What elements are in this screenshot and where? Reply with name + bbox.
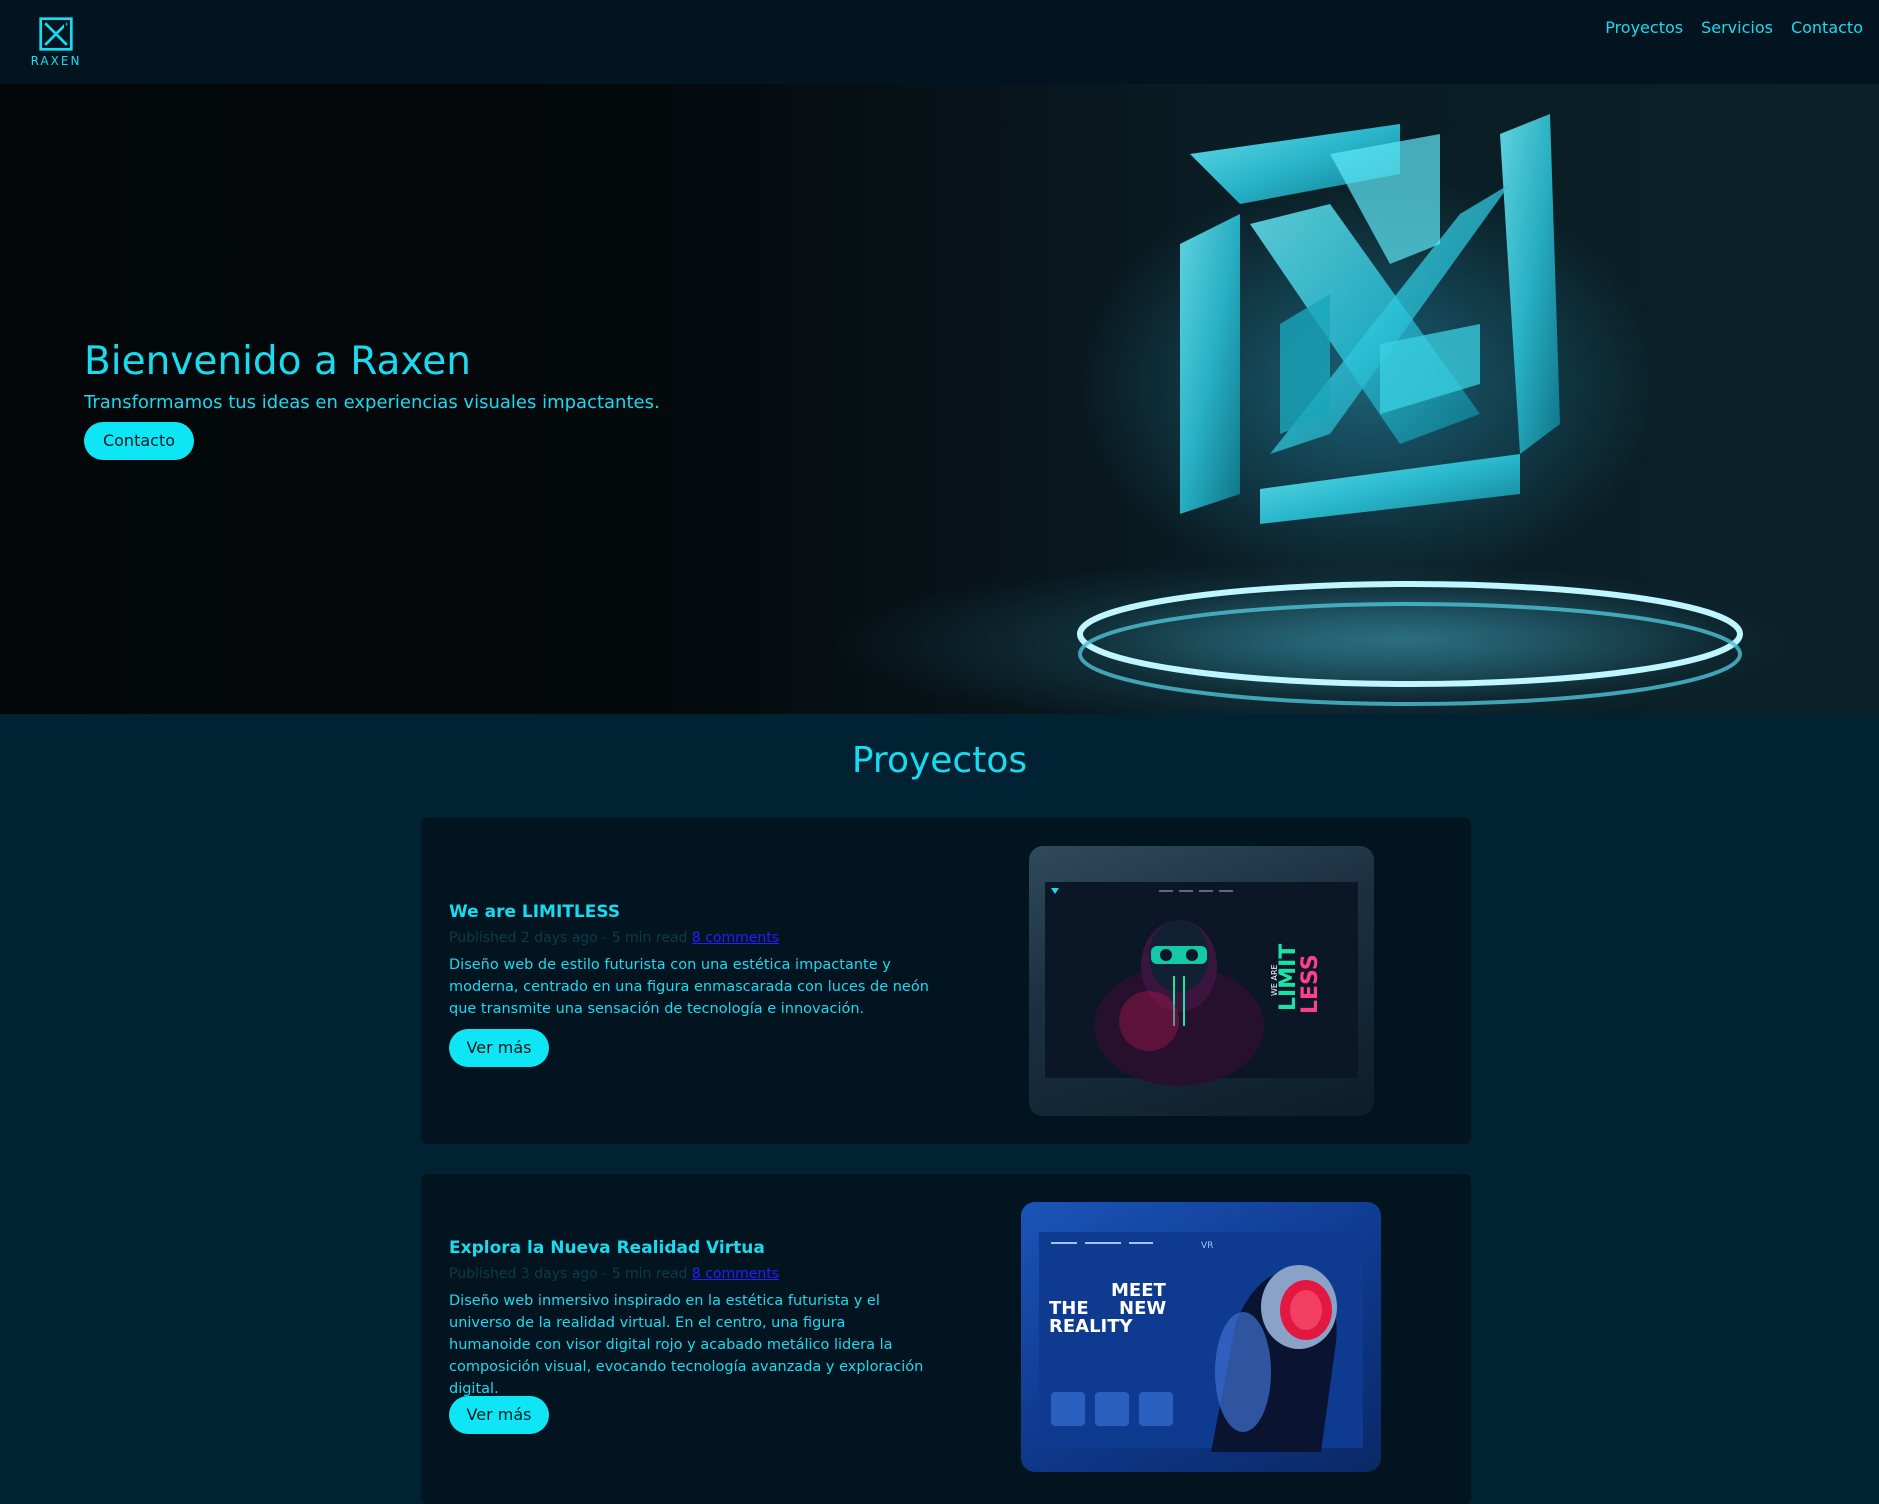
- project-description: Diseño web de estilo futurista con una e…: [449, 957, 929, 1017]
- thumb-reality: REALITY: [1049, 1316, 1134, 1337]
- site-header: RAXEN Proyectos Servicios Contacto: [0, 0, 1879, 84]
- project-title[interactable]: We are LIMITLESS: [449, 902, 620, 922]
- ver-mas-button[interactable]: Ver más: [449, 1396, 549, 1434]
- project-meta: Published 3 days ago - 5 min read 8 comm…: [449, 1266, 779, 1282]
- nav-link-proyectos[interactable]: Proyectos: [1605, 18, 1683, 37]
- hero-banner: Bienvenido a Raxen Transformamos tus ide…: [0, 84, 1879, 714]
- nav-link-contacto[interactable]: Contacto: [1791, 18, 1863, 37]
- project-card: We are LIMITLESS Published 2 days ago - …: [421, 818, 1471, 1144]
- ver-mas-button[interactable]: Ver más: [449, 1029, 549, 1067]
- raxen-logo[interactable]: RAXEN: [28, 16, 84, 68]
- comments-link[interactable]: 8 comments: [692, 1266, 779, 1282]
- project-meta: Published 2 days ago - 5 min read 8 comm…: [449, 930, 779, 946]
- project-meta-text: Published 2 days ago - 5 min read: [449, 930, 692, 946]
- thumb-less: LESS: [1298, 954, 1323, 1014]
- hero-subtitle: Transformamos tus ideas en experiencias …: [84, 392, 660, 413]
- glass-logo-shape: [1180, 114, 1560, 524]
- main-nav: Proyectos Servicios Contacto: [1605, 18, 1863, 37]
- project-description: Diseño web inmersivo inspirado en la est…: [449, 1293, 924, 1397]
- comments-link[interactable]: 8 comments: [692, 930, 779, 946]
- projects-section-title: Proyectos: [851, 740, 1028, 781]
- logo-text: RAXEN: [30, 54, 82, 68]
- project-card: Explora la Nueva Realidad Virtua Publish…: [421, 1174, 1471, 1504]
- hero-contact-button[interactable]: Contacto: [84, 422, 194, 460]
- raxen-logo-icon: [39, 17, 73, 51]
- project-title[interactable]: Explora la Nueva Realidad Virtua: [449, 1238, 765, 1258]
- thumb-vr: VR: [1201, 1241, 1213, 1251]
- project-thumbnail[interactable]: VR MEET THE NEW REALITY: [1021, 1202, 1381, 1472]
- hero-3d-logo-illustration: [1077, 114, 1743, 706]
- project-meta-text: Published 3 days ago - 5 min read: [449, 1266, 692, 1282]
- nav-link-servicios[interactable]: Servicios: [1701, 18, 1773, 37]
- hero-title: Bienvenido a Raxen: [84, 339, 471, 384]
- project-thumbnail[interactable]: WE ARE LIMIT LESS: [1029, 846, 1374, 1116]
